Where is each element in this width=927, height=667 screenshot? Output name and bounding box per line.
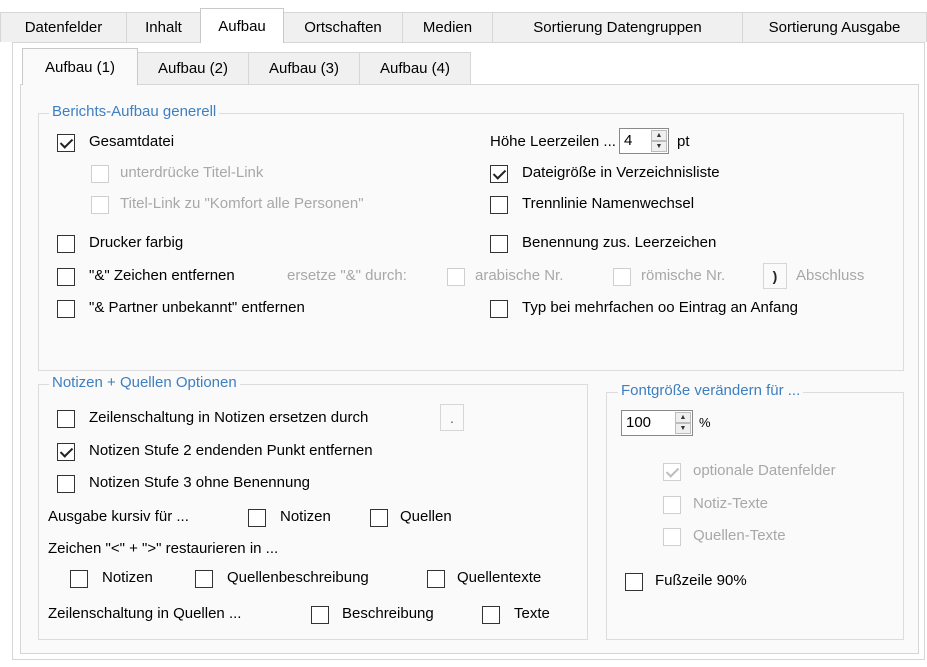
kursiv-notizen-checkbox[interactable] bbox=[248, 509, 266, 527]
restaurieren-label: Zeichen "<" + ">" restaurieren in ... bbox=[48, 540, 279, 557]
spin-down-icon[interactable]: ▼ bbox=[675, 423, 691, 434]
arabische-nr-label: arabische Nr. bbox=[475, 267, 564, 284]
quellen-texte-label: Quellen-Texte bbox=[693, 527, 786, 544]
titel-link-komfort-checkbox[interactable] bbox=[91, 196, 109, 214]
unterdruecke-titel-link-checkbox[interactable] bbox=[91, 165, 109, 183]
benennung-checkbox[interactable] bbox=[490, 235, 508, 253]
optionale-datenfelder-checkbox[interactable] bbox=[663, 463, 681, 481]
abschluss-char-field[interactable]: ) bbox=[763, 263, 787, 289]
abschluss-label: Abschluss bbox=[796, 267, 865, 284]
tab-ortschaften[interactable]: Ortschaften bbox=[283, 12, 403, 42]
partner-unbekannt-label: "& Partner unbekannt" entfernen bbox=[89, 299, 305, 316]
zeilenschaltung-quellen-label: Zeilenschaltung in Quellen ... bbox=[48, 605, 242, 622]
dateigroesse-checkbox[interactable] bbox=[490, 165, 508, 183]
fontgroesse-value: 100 bbox=[626, 414, 652, 431]
kursiv-quellen-label: Quellen bbox=[400, 508, 452, 525]
drucker-farbig-checkbox[interactable] bbox=[57, 235, 75, 253]
notizen-stufe2-checkbox[interactable] bbox=[57, 443, 75, 461]
zq-beschreibung-checkbox[interactable] bbox=[311, 606, 329, 624]
gesamtdatei-label: Gesamtdatei bbox=[89, 133, 175, 150]
trennlinie-label: Trennlinie Namenwechsel bbox=[522, 195, 695, 212]
benennung-label: Benennung zus. Leerzeichen bbox=[522, 234, 717, 251]
roemische-nr-label: römische Nr. bbox=[641, 267, 726, 284]
subtab-aufbau-2[interactable]: Aufbau (2) bbox=[137, 52, 249, 84]
tab-sortierung-datengruppen[interactable]: Sortierung Datengruppen bbox=[492, 12, 743, 42]
arabische-nr-checkbox[interactable] bbox=[447, 268, 465, 286]
hoehe-leerzeilen-label: Höhe Leerzeilen ... bbox=[490, 133, 616, 150]
spin-down-icon[interactable]: ▼ bbox=[651, 141, 667, 152]
kursiv-notizen-label: Notizen bbox=[280, 508, 331, 525]
titel-link-komfort-label: Titel-Link zu "Komfort alle Personen" bbox=[120, 195, 364, 212]
group-title-berichts-aufbau: Berichts-Aufbau generell bbox=[49, 103, 220, 120]
quellen-texte-checkbox[interactable] bbox=[663, 528, 681, 546]
typ-mehrfach-label: Typ bei mehrfachen oo Eintrag an Anfang bbox=[522, 299, 799, 316]
tab-datenfelder[interactable]: Datenfelder bbox=[0, 12, 127, 42]
zq-texte-checkbox[interactable] bbox=[482, 606, 500, 624]
fusszeile-checkbox[interactable] bbox=[625, 573, 643, 591]
tab-medien[interactable]: Medien bbox=[402, 12, 493, 42]
subtab-aufbau-4[interactable]: Aufbau (4) bbox=[359, 52, 471, 84]
fusszeile-label: Fußzeile 90% bbox=[655, 572, 747, 589]
group-title-notizen-quellen: Notizen + Quellen Optionen bbox=[49, 374, 240, 391]
gesamtdatei-checkbox[interactable] bbox=[57, 134, 75, 152]
zeilenschaltung-char-field[interactable]: . bbox=[440, 404, 464, 431]
notizen-stufe3-label: Notizen Stufe 3 ohne Benennung bbox=[89, 474, 311, 491]
notizen-stufe3-checkbox[interactable] bbox=[57, 475, 75, 493]
subtab-aufbau-3[interactable]: Aufbau (3) bbox=[248, 52, 360, 84]
notizen-stufe2-label: Notizen Stufe 2 endenden Punkt entfernen bbox=[89, 442, 373, 459]
hoehe-leerzeilen-value: 4 bbox=[624, 132, 633, 149]
restaurieren-quellenbeschreibung-checkbox[interactable] bbox=[195, 570, 213, 588]
notiz-texte-label: Notiz-Texte bbox=[693, 495, 769, 512]
zq-texte-label: Texte bbox=[514, 605, 550, 622]
group-title-fontgroesse: Fontgröße verändern für ... bbox=[618, 382, 804, 399]
tab-aufbau[interactable]: Aufbau bbox=[200, 8, 284, 43]
spin-up-icon[interactable]: ▲ bbox=[675, 412, 691, 423]
hoehe-unit-label: pt bbox=[677, 133, 690, 150]
zeichen-entfernen-label: "&" Zeichen entfernen bbox=[89, 267, 235, 284]
dateigroesse-label: Dateigröße in Verzeichnisliste bbox=[522, 164, 720, 181]
fontgroesse-spinner[interactable]: 100 ▲ ▼ bbox=[621, 410, 693, 436]
restaurieren-quellentexte-label: Quellentexte bbox=[457, 569, 542, 586]
restaurieren-quellenbeschreibung-label: Quellenbeschreibung bbox=[227, 569, 369, 586]
trennlinie-checkbox[interactable] bbox=[490, 196, 508, 214]
drucker-farbig-label: Drucker farbig bbox=[89, 234, 184, 251]
hoehe-leerzeilen-spinner[interactable]: 4 ▲ ▼ bbox=[619, 128, 669, 154]
roemische-nr-checkbox[interactable] bbox=[613, 268, 631, 286]
ersetze-label: ersetze "&" durch: bbox=[287, 267, 407, 284]
kursiv-quellen-checkbox[interactable] bbox=[370, 509, 388, 527]
tab-inhalt[interactable]: Inhalt bbox=[126, 12, 201, 42]
unterdruecke-titel-link-label: unterdrücke Titel-Link bbox=[120, 164, 264, 181]
restaurieren-quellentexte-checkbox[interactable] bbox=[427, 570, 445, 588]
subtab-aufbau-1[interactable]: Aufbau (1) bbox=[22, 48, 138, 85]
notiz-texte-checkbox[interactable] bbox=[663, 496, 681, 514]
zeilenschaltung-notizen-label: Zeilenschaltung in Notizen ersetzen durc… bbox=[89, 409, 369, 426]
zeilenschaltung-notizen-checkbox[interactable] bbox=[57, 410, 75, 428]
zq-beschreibung-label: Beschreibung bbox=[342, 605, 434, 622]
zeichen-entfernen-checkbox[interactable] bbox=[57, 268, 75, 286]
typ-mehrfach-checkbox[interactable] bbox=[490, 300, 508, 318]
restaurieren-notizen-label: Notizen bbox=[102, 569, 153, 586]
partner-unbekannt-checkbox[interactable] bbox=[57, 300, 75, 318]
spin-up-icon[interactable]: ▲ bbox=[651, 130, 667, 141]
optionale-datenfelder-label: optionale Datenfelder bbox=[693, 462, 836, 479]
fontgroesse-unit-label: % bbox=[699, 415, 711, 430]
kursiv-label: Ausgabe kursiv für ... bbox=[48, 508, 189, 525]
restaurieren-notizen-checkbox[interactable] bbox=[70, 570, 88, 588]
tab-sortierung-ausgabe[interactable]: Sortierung Ausgabe bbox=[742, 12, 927, 42]
